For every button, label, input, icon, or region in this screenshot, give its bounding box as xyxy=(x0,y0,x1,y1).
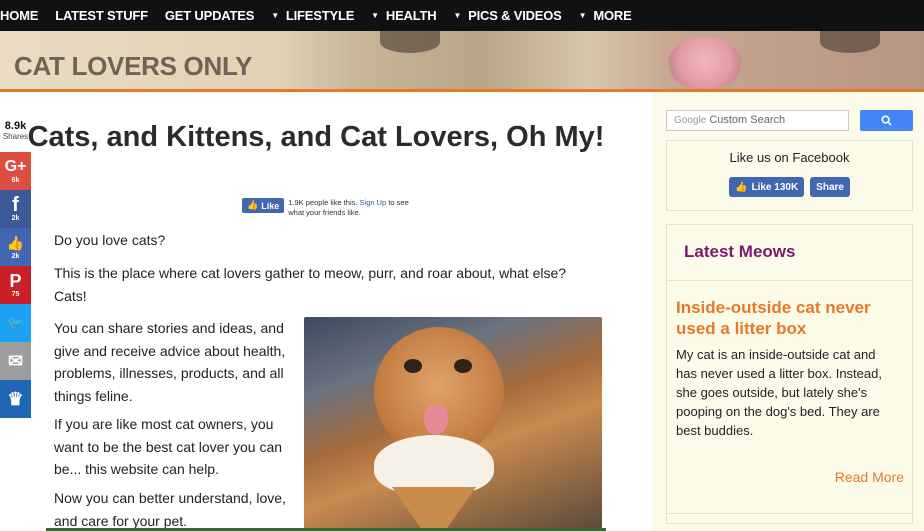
cat-ice-cream-photo xyxy=(304,317,602,531)
nav-more-label: MORE xyxy=(593,8,632,23)
post-excerpt: My cat is an inside-outside cat and has … xyxy=(676,347,882,438)
sumome-share-button[interactable]: ♛ xyxy=(0,380,31,418)
paragraph: You can share stories and ideas, and giv… xyxy=(54,320,286,404)
thumbs-up-icon: 👍 xyxy=(247,200,259,210)
nav-more[interactable]: ▼ MORE xyxy=(579,8,632,23)
share-bar: 8.9k Shares G+ 6k f 2k 👍 2k P 75 🐦 ✉ ♛ xyxy=(0,120,31,418)
twitter-share-button[interactable]: 🐦 xyxy=(0,304,31,342)
facebook-widget: Like us on Facebook 👍 Like 130K Share xyxy=(666,140,913,211)
facebook-page-like-label: Like 130K xyxy=(751,181,799,193)
header-banner: CAT LOVERS ONLY xyxy=(0,31,924,92)
divider xyxy=(667,280,912,281)
thumbs-up-icon: 👍 xyxy=(735,181,748,193)
caret-down-icon: ▼ xyxy=(453,11,462,20)
site-title[interactable]: CAT LOVERS ONLY xyxy=(14,51,253,82)
pinterest-share-button[interactable]: P 75 xyxy=(0,266,31,304)
nav-lifestyle-label: LIFESTYLE xyxy=(285,8,355,23)
caret-down-icon: ▼ xyxy=(371,11,379,20)
nav-health[interactable]: ▼ HEALTH xyxy=(371,8,436,23)
photo-cone xyxy=(392,487,476,531)
facebook-like-button[interactable]: 👍 Like xyxy=(242,198,285,213)
share-button-count: 75 xyxy=(11,290,20,298)
share-button-count: 6k xyxy=(11,176,20,184)
paragraph: This is the place where cat lovers gathe… xyxy=(54,265,567,304)
post-title-link[interactable]: Inside-outside cat never used a litter b… xyxy=(676,297,904,339)
read-more-link[interactable]: Read More xyxy=(835,469,904,485)
like-count-text: 1.9K people like this. xyxy=(288,198,358,207)
paragraph: Now you can better understand, love, and… xyxy=(54,490,286,529)
facebook-page-share-button[interactable]: Share xyxy=(810,177,850,197)
crown-icon: ♛ xyxy=(7,389,24,409)
caret-down-icon: ▼ xyxy=(578,11,587,20)
share-button-count: 2k xyxy=(11,214,20,222)
thumbs-up-icon: 👍 xyxy=(6,234,25,251)
nav-pics-videos[interactable]: ▼ PICS & VIDEOS xyxy=(453,8,561,23)
nav-pics-videos-label: PICS & VIDEOS xyxy=(468,8,562,23)
photo-cat-eye xyxy=(454,359,472,373)
nav-lifestyle[interactable]: ▼ LIFESTYLE xyxy=(271,8,354,23)
nav-latest-stuff[interactable]: LATEST STUFF xyxy=(55,8,148,23)
paragraph: Do you love cats? xyxy=(54,232,166,248)
latest-meows-title: Latest Meows xyxy=(684,242,796,261)
sidebar: Google Custom Search Like us on Facebook… xyxy=(652,92,924,531)
envelope-icon: ✉ xyxy=(7,351,24,371)
banner-cat-nose xyxy=(668,37,742,89)
signup-link[interactable]: Sign Up xyxy=(360,198,387,207)
twitter-bird-icon: 🐦 xyxy=(7,315,24,330)
nav-health-label: HEALTH xyxy=(385,8,437,23)
search-input[interactable]: Google Custom Search xyxy=(666,110,849,131)
divider xyxy=(667,513,912,514)
facebook-like-text: 1.9K people like this. Sign Up to see wh… xyxy=(288,198,413,218)
paragraph: If you are like most cat owners, you wan… xyxy=(54,416,283,477)
search-icon xyxy=(881,115,892,126)
google-plus-icon: G+ xyxy=(4,157,27,175)
banner-cat-eye xyxy=(380,31,440,53)
facebook-widget-title: Like us on Facebook xyxy=(729,150,850,165)
page-title: Cats, and Kittens, and Cat Lovers, Oh My… xyxy=(27,121,605,153)
photo-cat-tongue xyxy=(424,405,448,435)
latest-meows-widget: Latest Meows Inside-outside cat never us… xyxy=(666,224,913,524)
photo-cat-eye xyxy=(404,359,422,373)
photo-ice-cream xyxy=(374,435,494,495)
banner-cat-eye xyxy=(820,31,880,53)
pinterest-icon: P xyxy=(9,270,22,291)
caret-down-icon: ▼ xyxy=(271,11,279,20)
like-share-button[interactable]: 👍 2k xyxy=(0,228,31,266)
email-share-button[interactable]: ✉ xyxy=(0,342,31,380)
facebook-like-label: Like xyxy=(261,200,280,211)
google-brand-label: Google xyxy=(674,115,707,126)
nav-get-updates[interactable]: GET UPDATES xyxy=(165,8,254,23)
share-button-count: 2k xyxy=(11,252,20,260)
facebook-page-like-button[interactable]: 👍 Like 130K xyxy=(729,177,805,197)
facebook-icon: f xyxy=(12,193,19,216)
facebook-share-button[interactable]: f 2k xyxy=(0,190,31,228)
search-placeholder: Custom Search xyxy=(709,114,786,126)
search-button[interactable] xyxy=(860,110,913,131)
nav-home[interactable]: HOME xyxy=(0,8,38,23)
facebook-like-widget: 👍 Like 1.9K people like this. Sign Up to… xyxy=(242,198,413,218)
google-plus-share-button[interactable]: G+ 6k xyxy=(0,152,31,190)
top-nav: HOME LATEST STUFF GET UPDATES ▼ LIFESTYLE… xyxy=(0,0,924,31)
